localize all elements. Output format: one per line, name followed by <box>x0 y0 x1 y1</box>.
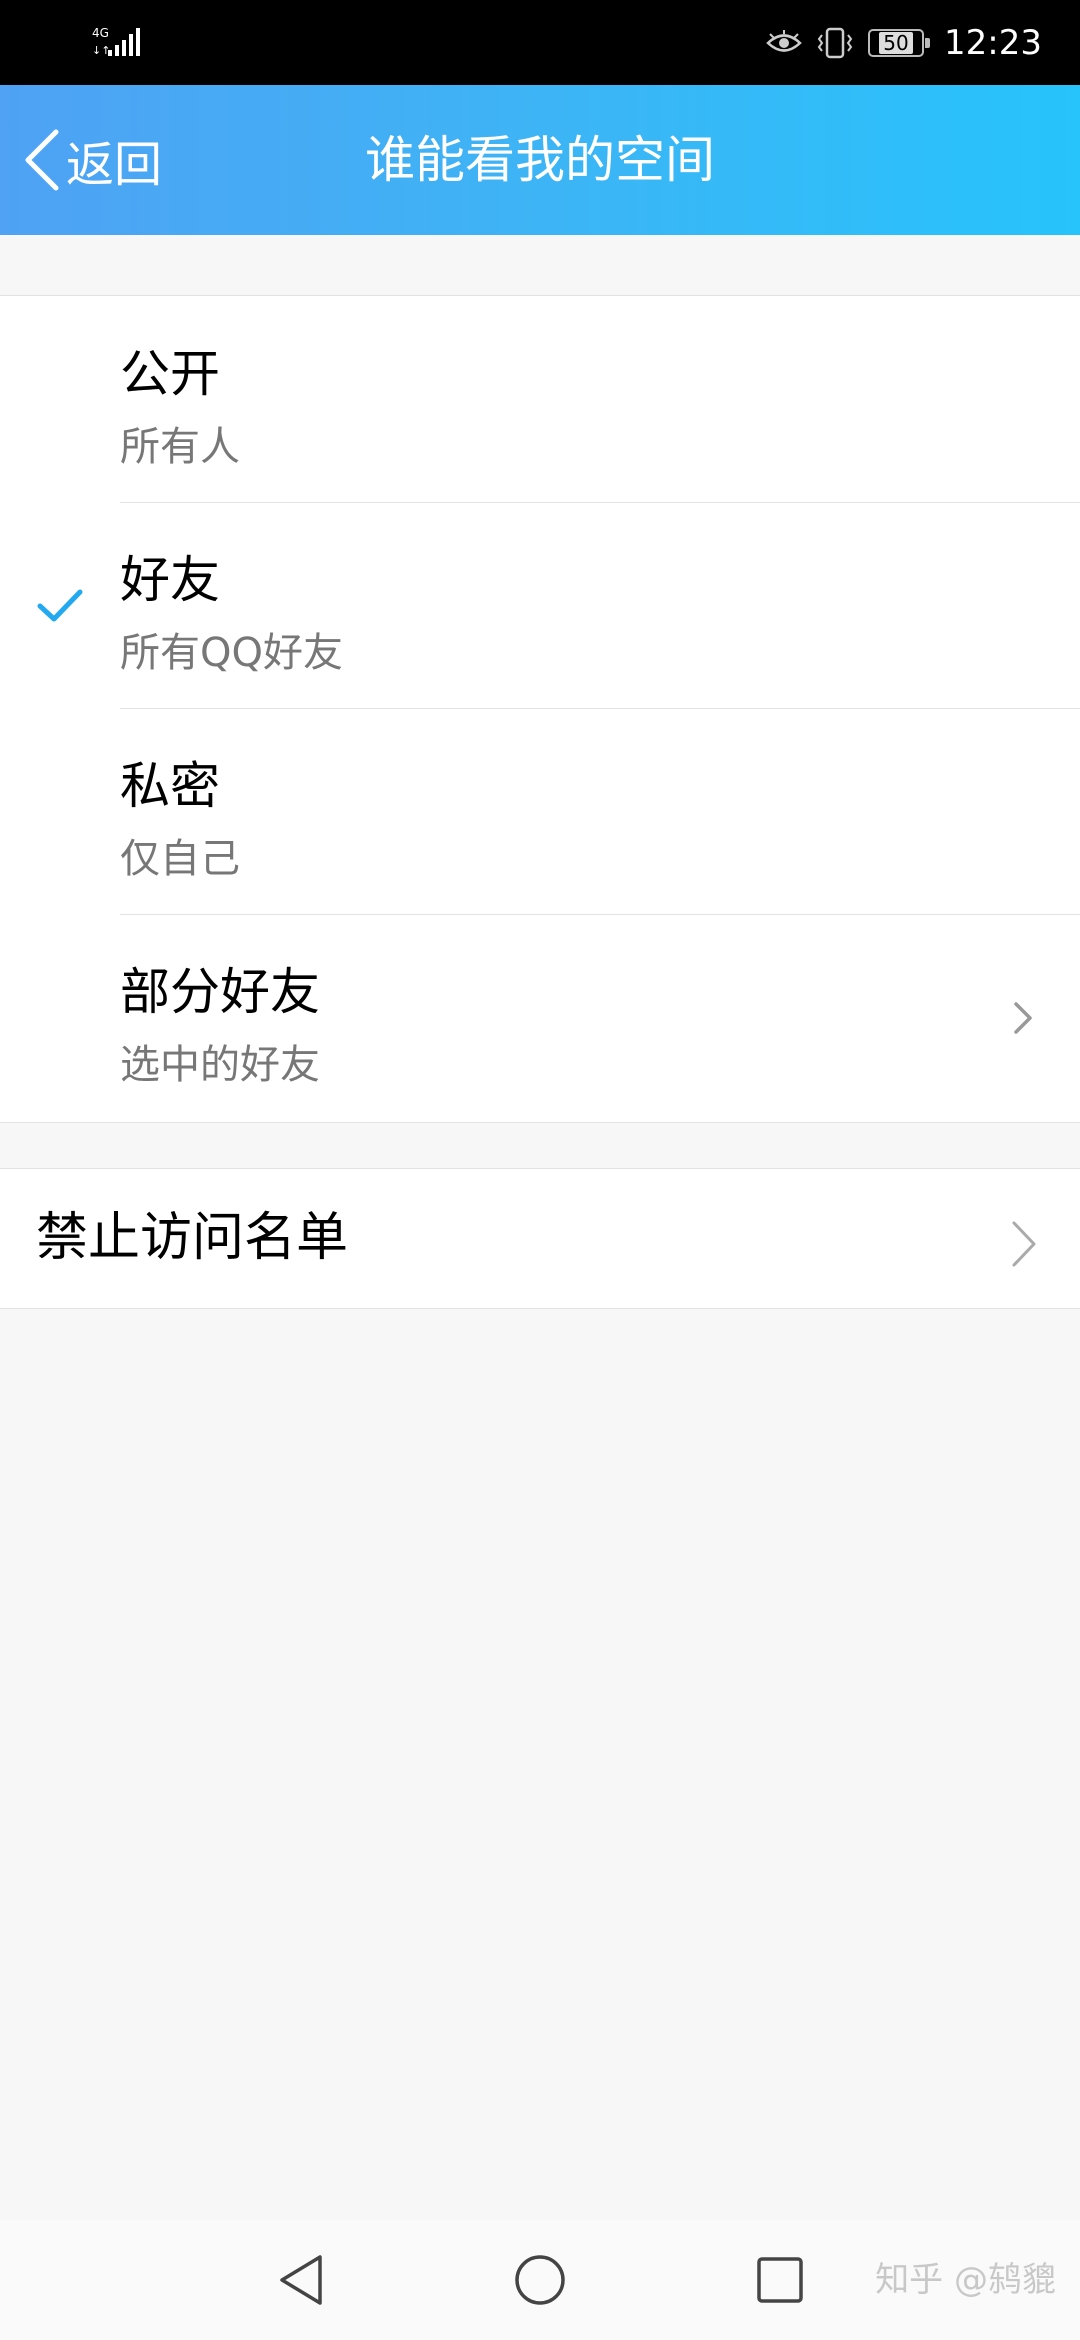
nav-recents-button[interactable] <box>720 2220 840 2340</box>
option-title: 好友 <box>120 551 220 609</box>
chevron-right-icon <box>1014 1002 1032 1034</box>
option-subtitle: 所有人 <box>120 424 240 470</box>
battery-level: 50 <box>879 31 913 54</box>
option-title: 私密 <box>120 757 220 815</box>
nav-home-button[interactable] <box>480 2220 600 2340</box>
back-label: 返回 <box>66 137 163 193</box>
signal-4g-icon: 4G ↓↑ <box>92 26 140 57</box>
option-private[interactable]: 私密 仅自己 <box>0 708 1080 914</box>
option-title: 部分好友 <box>120 963 320 1021</box>
svg-text:↓↑: ↓↑ <box>92 44 110 57</box>
option-public[interactable]: 公开 所有人 <box>0 296 1080 502</box>
eye-comfort-icon <box>766 29 802 52</box>
chevron-left-icon <box>25 129 59 191</box>
block-list-group: 禁止访问名单 <box>0 1168 1080 1309</box>
checkmark-icon <box>37 589 83 622</box>
option-subtitle: 所有QQ好友 <box>120 630 343 676</box>
svg-text:4G: 4G <box>92 26 109 40</box>
navigation-bar: 知乎 @鸫貔 <box>0 2220 1080 2340</box>
chevron-right-icon <box>1012 1221 1036 1267</box>
option-subtitle: 仅自己 <box>120 836 240 882</box>
status-time: 12:23 <box>944 22 1042 63</box>
title-bar: 返回 谁能看我的空间 <box>0 85 1080 235</box>
option-title: 公开 <box>120 345 220 403</box>
watermark: 知乎 @鸫貔 <box>875 2260 1056 2300</box>
option-some-friends[interactable]: 部分好友 选中的好友 <box>0 914 1080 1120</box>
status-right: 50 12:23 <box>766 0 1042 85</box>
block-list-label: 禁止访问名单 <box>36 1208 349 1268</box>
status-bar: 4G ↓↑ 50 12:23 <box>0 0 1080 85</box>
privacy-options-list: 公开 所有人 好友 所有QQ好友 私密 仅自己 部分好友 选中的好友 <box>0 295 1080 1123</box>
block-list-row[interactable]: 禁止访问名单 <box>0 1169 1080 1308</box>
nav-back-button[interactable] <box>240 2220 360 2340</box>
triangle-back-icon <box>280 2255 322 2305</box>
option-friends[interactable]: 好友 所有QQ好友 <box>0 502 1080 708</box>
square-recents-icon <box>757 2257 803 2303</box>
battery-icon: 50 <box>868 28 931 57</box>
vibrate-icon <box>817 27 853 58</box>
circle-home-icon <box>515 2255 565 2305</box>
option-subtitle: 选中的好友 <box>120 1042 320 1088</box>
back-button[interactable]: 返回 <box>22 85 162 235</box>
